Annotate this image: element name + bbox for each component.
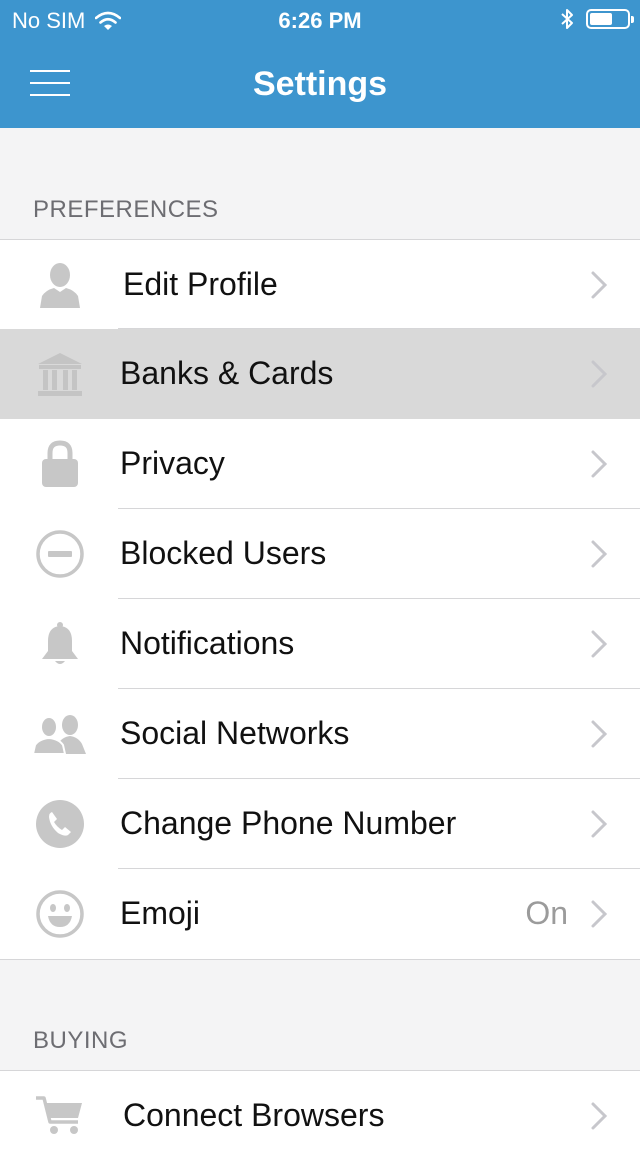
people-icon (32, 709, 88, 759)
row-label: Privacy (120, 445, 225, 481)
bluetooth-icon (561, 9, 573, 29)
cart-icon (32, 1091, 88, 1141)
status-right (560, 8, 634, 30)
emoji-status-value: On (525, 895, 568, 931)
settings-row-emoji[interactable]: Emoji On (0, 869, 640, 959)
preferences-list: Edit Profile Banks & Cards Privacy Block… (0, 239, 640, 960)
lock-icon (32, 439, 88, 489)
chevron-right-icon (591, 630, 608, 658)
status-time: 6:26 PM (278, 8, 362, 33)
chevron-right-icon (591, 900, 608, 928)
navigation-bar: Settings (0, 40, 640, 128)
buying-list: Connect Browsers (0, 1070, 640, 1161)
battery-icon (586, 9, 634, 29)
row-label: Emoji (120, 895, 201, 931)
row-label: Banks & Cards (120, 355, 334, 391)
chevron-right-icon (591, 450, 608, 478)
row-label: Edit Profile (123, 266, 278, 302)
bank-icon (32, 349, 88, 399)
chevron-right-icon (591, 540, 608, 568)
bell-icon (32, 619, 88, 669)
settings-row-notifications[interactable]: Notifications (0, 599, 640, 689)
settings-row-blocked-users[interactable]: Blocked Users (0, 509, 640, 599)
page-title: Settings (252, 65, 388, 103)
row-label: Social Networks (120, 715, 350, 751)
top-bar: No SIM 6:26 PM Settings (0, 0, 640, 128)
chevron-right-icon (591, 1102, 608, 1130)
chevron-right-icon (591, 720, 608, 748)
chevron-right-icon (591, 360, 608, 388)
settings-row-connect-browsers[interactable]: Connect Browsers (0, 1071, 640, 1161)
blocked-icon (32, 529, 88, 579)
row-label: Connect Browsers (123, 1097, 385, 1133)
section-header-buying: BUYING (33, 1027, 129, 1054)
settings-row-social-networks[interactable]: Social Networks (0, 689, 640, 779)
row-label: Notifications (120, 625, 295, 661)
status-bar: No SIM 6:26 PM (0, 0, 640, 40)
chevron-right-icon (591, 271, 608, 299)
row-label: Change Phone Number (120, 805, 457, 841)
chevron-right-icon (591, 810, 608, 838)
settings-row-banks-cards[interactable]: Banks & Cards (0, 329, 640, 419)
emoji-icon (32, 889, 88, 939)
person-icon (32, 260, 88, 310)
settings-row-edit-profile[interactable]: Edit Profile (0, 240, 640, 329)
row-label: Blocked Users (120, 535, 327, 571)
settings-row-change-phone-number[interactable]: Change Phone Number (0, 779, 640, 869)
settings-row-privacy[interactable]: Privacy (0, 419, 640, 509)
section-header-preferences: PREFERENCES (33, 196, 219, 223)
phone-icon (32, 799, 88, 849)
